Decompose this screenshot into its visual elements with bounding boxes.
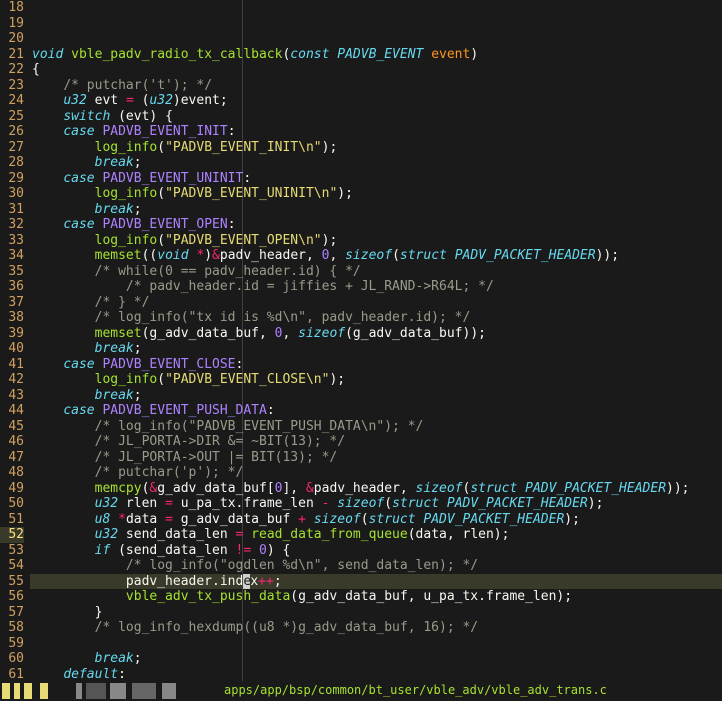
line-number: 18 [0, 0, 24, 16]
code-line[interactable]: u8 *data = g_adv_data_buf + sizeof(struc… [32, 512, 722, 528]
line-number: 19 [0, 16, 24, 32]
line-number: 21 [0, 47, 24, 63]
line-number: 59 [0, 636, 24, 652]
code-area[interactable]: void vble_padv_radio_tx_callback(const P… [30, 0, 722, 681]
line-number: 26 [0, 124, 24, 140]
code-line[interactable]: u32 send_data_len = read_data_from_queue… [32, 527, 722, 543]
code-line[interactable]: /* JL_PORTA->OUT |= BIT(13); */ [32, 450, 722, 466]
line-number: 23 [0, 78, 24, 94]
code-line[interactable]: } [32, 605, 722, 621]
line-number: 25 [0, 109, 24, 125]
code-line[interactable]: if (send_data_len != 0) { [32, 543, 722, 559]
code-line[interactable]: vble_adv_tx_push_data(g_adv_data_buf, u_… [32, 589, 722, 605]
code-line[interactable]: /* putchar('p'); */ [32, 465, 722, 481]
status-left [0, 681, 216, 701]
code-line[interactable]: default: [32, 667, 722, 682]
status-pixelated-1 [2, 683, 72, 699]
line-number: 27 [0, 140, 24, 156]
line-number: 43 [0, 388, 24, 404]
line-number: 46 [0, 434, 24, 450]
line-number: 40 [0, 341, 24, 357]
line-number: 34 [0, 248, 24, 264]
code-line[interactable]: case PADVB_EVENT_OPEN: [32, 217, 722, 233]
code-line[interactable]: /* log_info("PADVB_EVENT_PUSH_DATA\n"); … [32, 419, 722, 435]
code-line[interactable]: log_info("PADVB_EVENT_INIT\n"); [32, 140, 722, 156]
code-line[interactable]: u32 evt = (u32)event; [32, 93, 722, 109]
code-line[interactable]: /* log_info("ogdlen %d\n", send_data_len… [32, 558, 722, 574]
line-number: 41 [0, 357, 24, 373]
line-number: 50 [0, 496, 24, 512]
code-line[interactable]: padv_header.index++; [32, 574, 722, 590]
line-number: 54 [0, 558, 24, 574]
code-line[interactable]: memset(g_adv_data_buf, 0, sizeof(g_adv_d… [32, 326, 722, 342]
code-line[interactable]: switch (evt) { [32, 109, 722, 125]
code-line[interactable]: case PADVB_EVENT_PUSH_DATA: [32, 403, 722, 419]
line-number: 22 [0, 62, 24, 78]
line-number: 47 [0, 450, 24, 466]
line-number: 28 [0, 155, 24, 171]
line-number: 57 [0, 605, 24, 621]
code-line[interactable]: case PADVB_EVENT_UNINIT: [32, 171, 722, 187]
line-number: 58 [0, 620, 24, 636]
code-line[interactable]: break; [32, 388, 722, 404]
code-line[interactable]: void vble_padv_radio_tx_callback(const P… [32, 47, 722, 63]
line-number: 49 [0, 481, 24, 497]
code-line[interactable]: u32 rlen = u_pa_tx.frame_len - sizeof(st… [32, 496, 722, 512]
line-number: 32 [0, 217, 24, 233]
line-number: 56 [0, 589, 24, 605]
line-number: 42 [0, 372, 24, 388]
code-line[interactable]: /* padv_header.id = jiffies + JL_RAND->R… [32, 279, 722, 295]
code-line[interactable]: /* } */ [32, 295, 722, 311]
code-line[interactable]: /* putchar('t'); */ [32, 78, 722, 94]
line-number: 39 [0, 326, 24, 342]
line-number: 44 [0, 403, 24, 419]
code-line[interactable]: log_info("PADVB_EVENT_OPEN\n"); [32, 233, 722, 249]
code-line[interactable]: /* while(0 == padv_header.id) { */ [32, 264, 722, 280]
code-line[interactable]: break; [32, 155, 722, 171]
code-line[interactable]: break; [32, 202, 722, 218]
code-line[interactable]: memset((void *)&padv_header, 0, sizeof(s… [32, 248, 722, 264]
line-number: 35 [0, 264, 24, 280]
code-line[interactable]: break; [32, 341, 722, 357]
line-number: 55 [0, 574, 24, 590]
line-number: 51 [0, 512, 24, 528]
line-number: 52 [0, 527, 24, 543]
line-number: 29 [0, 171, 24, 187]
line-number: 48 [0, 465, 24, 481]
line-number: 31 [0, 202, 24, 218]
code-line[interactable]: { [32, 62, 722, 78]
code-line[interactable]: log_info("PADVB_EVENT_CLOSE\n"); [32, 372, 722, 388]
line-number: 45 [0, 419, 24, 435]
line-number: 37 [0, 295, 24, 311]
line-number-gutter: 1819202122232425262728293031323334353637… [0, 0, 30, 681]
line-number: 24 [0, 93, 24, 109]
line-number: 53 [0, 543, 24, 559]
code-line[interactable]: break; [32, 651, 722, 667]
file-path: apps/app/bsp/common/bt_user/vble_adv/vbl… [224, 683, 607, 699]
code-line[interactable]: log_info("PADVB_EVENT_UNINIT\n"); [32, 186, 722, 202]
line-number: 20 [0, 31, 24, 47]
status-pixelated-2 [76, 683, 216, 699]
code-line[interactable]: case PADVB_EVENT_CLOSE: [32, 357, 722, 373]
code-line[interactable]: /* log_info_hexdump((u8 *)g_adv_data_buf… [32, 620, 722, 636]
code-line[interactable]: case PADVB_EVENT_INIT: [32, 124, 722, 140]
code-line[interactable]: /* log_info("tx id is %d\n", padv_header… [32, 310, 722, 326]
code-line[interactable]: /* JL_PORTA->DIR &= ~BIT(13); */ [32, 434, 722, 450]
code-editor[interactable]: 1819202122232425262728293031323334353637… [0, 0, 722, 681]
code-line[interactable]: memcpy(&g_adv_data_buf[0], &padv_header,… [32, 481, 722, 497]
line-number: 60 [0, 651, 24, 667]
line-number: 61 [0, 667, 24, 682]
line-number: 30 [0, 186, 24, 202]
statusbar: apps/app/bsp/common/bt_user/vble_adv/vbl… [0, 681, 722, 701]
line-number: 33 [0, 233, 24, 249]
code-line[interactable] [32, 636, 722, 652]
line-number: 36 [0, 279, 24, 295]
line-number: 38 [0, 310, 24, 326]
